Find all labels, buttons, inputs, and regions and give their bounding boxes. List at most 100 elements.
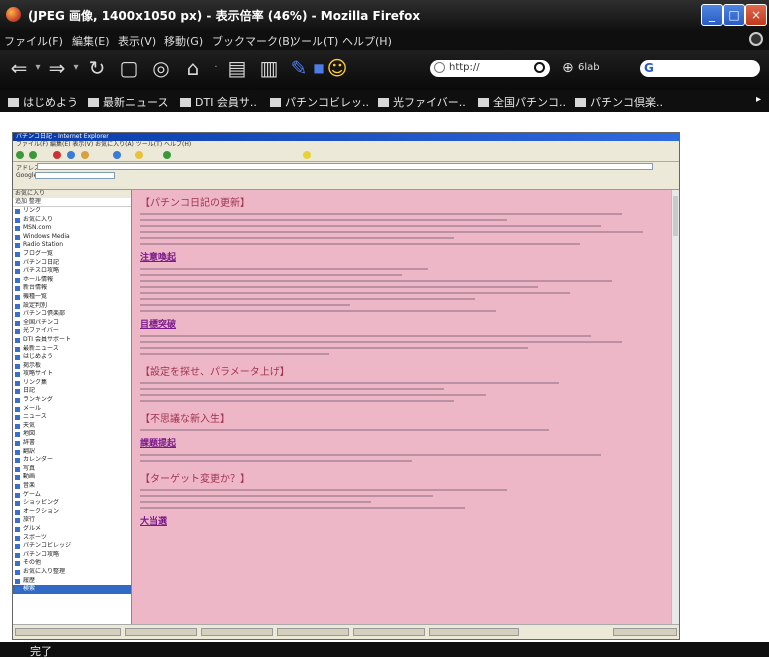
inner-google-input: [35, 172, 115, 179]
inner-taskbar: [13, 624, 679, 639]
sidebar-favorite-item: パチンコ日記: [13, 259, 131, 268]
sidebar-favorite-item: 全国パチンコ: [13, 319, 131, 328]
sidebar-favorite-item: 写真: [13, 465, 131, 474]
inner-media-icon: [163, 151, 171, 159]
folder-icon: [88, 98, 99, 107]
sidebar-favorite-item: お気に入り整理: [13, 568, 131, 577]
inner-scroll-thumb: [673, 196, 678, 236]
sidebar-favorite-item: MSN.com: [13, 224, 131, 233]
sidebar-favorite-item: ブログ一覧: [13, 250, 131, 259]
inner-links-bar: [13, 180, 679, 190]
sidebar-favorite-item: 天気: [13, 422, 131, 431]
sidebar-favorite-item: ニュース: [13, 413, 131, 422]
sidebar-favorite-item: グルメ: [13, 525, 131, 534]
search-engine-icon[interactable]: G: [644, 61, 654, 75]
sidebar-favorite-item: パチンコ攻略: [13, 551, 131, 560]
sidebar-favorite-item: ゲーム: [13, 491, 131, 500]
title-bar: (JPEG 画像, 1400x1050 px) - 表示倍率 (46%) - M…: [0, 0, 769, 30]
sidebar-favorite-item: 設定判別: [13, 302, 131, 311]
bookmarks-toolbar: はじめよう 最新ニュース DTI 会員サ.. パチンコビレッ.. 光ファイバー.…: [0, 90, 769, 112]
smiley-icon[interactable]: ☺: [326, 57, 348, 79]
back-button-icon[interactable]: ⇐: [8, 57, 30, 79]
sidebar-favorite-item: 機種一覧: [13, 293, 131, 302]
zoom-label: 6lab: [578, 62, 600, 73]
inner-clock: [613, 628, 677, 636]
sidebar-favorite-item: ホール情報: [13, 276, 131, 285]
inner-stop-icon: [53, 151, 61, 159]
sidebar-favorite-item: 日記: [13, 387, 131, 396]
inner-refresh-icon: [67, 151, 75, 159]
history-icon[interactable]: ◎: [150, 57, 172, 79]
stop-icon[interactable]: ▢: [118, 57, 140, 79]
sidebar-favorite-item: 地図: [13, 430, 131, 439]
inner-address-bar: アドレス: [13, 162, 679, 172]
bookmark-pencil-icon[interactable]: ✎: [288, 57, 310, 79]
sidebar-favorite-item: オークション: [13, 508, 131, 517]
address-bar[interactable]: http://: [430, 60, 550, 77]
forward-button-icon[interactable]: ⇒: [46, 57, 68, 79]
sidebar-favorite-item: 辞書: [13, 439, 131, 448]
inner-favorites-icon: [135, 151, 143, 159]
back-dropdown-icon[interactable]: ▾: [34, 57, 42, 79]
bookmark-item[interactable]: パチンコ倶楽..: [575, 94, 663, 110]
bookmark-item[interactable]: DTI 会員サ..: [180, 94, 257, 110]
inner-task: [277, 628, 349, 636]
bookmark-item[interactable]: 最新ニュース: [88, 94, 168, 110]
bookmark-item[interactable]: 光ファイバー..: [378, 94, 466, 110]
sidebar-favorite-item: ランキング: [13, 396, 131, 405]
menu-file[interactable]: ファイル(F): [4, 33, 63, 49]
sidebar-favorite-item: ショッピング: [13, 499, 131, 508]
sidebar-favorite-item: スポーツ: [13, 534, 131, 543]
inner-google-bar: Google: [13, 171, 679, 180]
menu-bookmarks[interactable]: ブックマーク(B): [212, 33, 294, 49]
bookmark-item[interactable]: はじめよう: [8, 94, 78, 110]
close-button[interactable]: ×: [745, 4, 767, 26]
sidebar-favorite-item: 旅行: [13, 516, 131, 525]
print-icon[interactable]: ▤: [226, 57, 248, 79]
firefox-window: (JPEG 画像, 1400x1050 px) - 表示倍率 (46%) - M…: [0, 0, 769, 658]
sidebar-favorite-item: Radio Station: [13, 241, 131, 250]
inner-task: [429, 628, 519, 636]
go-icon[interactable]: [534, 62, 545, 73]
separator-icon: ·: [214, 62, 218, 73]
image-viewer: パチンコ日記 - Internet Explorer ファイル(F) 編集(E)…: [0, 112, 769, 642]
maximize-button[interactable]: □: [723, 4, 745, 26]
inner-folder-icon: [303, 151, 311, 159]
highlight-link: 大当選: [140, 517, 168, 527]
zoom-icon[interactable]: ⊕: [562, 57, 574, 79]
minimize-button[interactable]: _: [701, 4, 723, 26]
folder-icon: [180, 98, 191, 107]
menu-go[interactable]: 移動(G): [164, 33, 203, 49]
sidebar-favorite-item: 音楽: [13, 482, 131, 491]
sidebar-favorite-item: はじめよう: [13, 353, 131, 362]
inner-sidebar-header: お気に入り: [13, 190, 131, 198]
sidebar-favorite-item: 動画: [13, 473, 131, 482]
sidebar-favorite-item: その他: [13, 559, 131, 568]
menu-view[interactable]: 表示(V): [118, 33, 156, 49]
menu-edit[interactable]: 編集(E): [72, 33, 110, 49]
sidebar-favorite-item: Windows Media: [13, 233, 131, 242]
bookmark-item[interactable]: パチンコビレッ..: [270, 94, 369, 110]
bookmark-item[interactable]: 全国パチンコ..: [478, 94, 566, 110]
sidebar-favorite-item: DTI 会員サポート: [13, 336, 131, 345]
home-icon[interactable]: ⌂: [182, 57, 204, 79]
highlight-link: 注意喚起: [140, 253, 177, 263]
trash-icon[interactable]: ▥: [258, 57, 280, 79]
menu-tools[interactable]: ツール(T): [290, 33, 338, 49]
sidebar-favorite-item: 履歴: [13, 577, 131, 586]
sidebar-favorite-item: パチンコ倶楽部: [13, 310, 131, 319]
menu-bar: ファイル(F) 編集(E) 表示(V) 移動(G) ブックマーク(B) ツール(…: [0, 30, 769, 50]
screenshot-image[interactable]: パチンコ日記 - Internet Explorer ファイル(F) 編集(E)…: [12, 132, 680, 640]
section-heading: 【不思議な新入生】: [140, 414, 230, 425]
address-input[interactable]: http://: [449, 62, 480, 73]
sidebar-favorite-item: 翻訳: [13, 448, 131, 457]
reload-icon[interactable]: ↻: [86, 57, 108, 79]
inner-blog-content: 【パチンコ日記の更新】 注意喚起 目標突破 【設定を探せ、パラメータ上げ】 【不…: [132, 190, 672, 625]
menu-help[interactable]: ヘルプ(H): [342, 33, 392, 49]
forward-dropdown-icon[interactable]: ▾: [72, 57, 80, 79]
sidebar-favorite-item: カレンダー: [13, 456, 131, 465]
section-heading: 【設定を探せ、パラメータ上げ】: [140, 367, 290, 378]
search-bar[interactable]: G: [640, 60, 760, 77]
more-bookmarks-icon[interactable]: ▸: [756, 94, 761, 105]
sidebar-favorite-item: パチスロ攻略: [13, 267, 131, 276]
